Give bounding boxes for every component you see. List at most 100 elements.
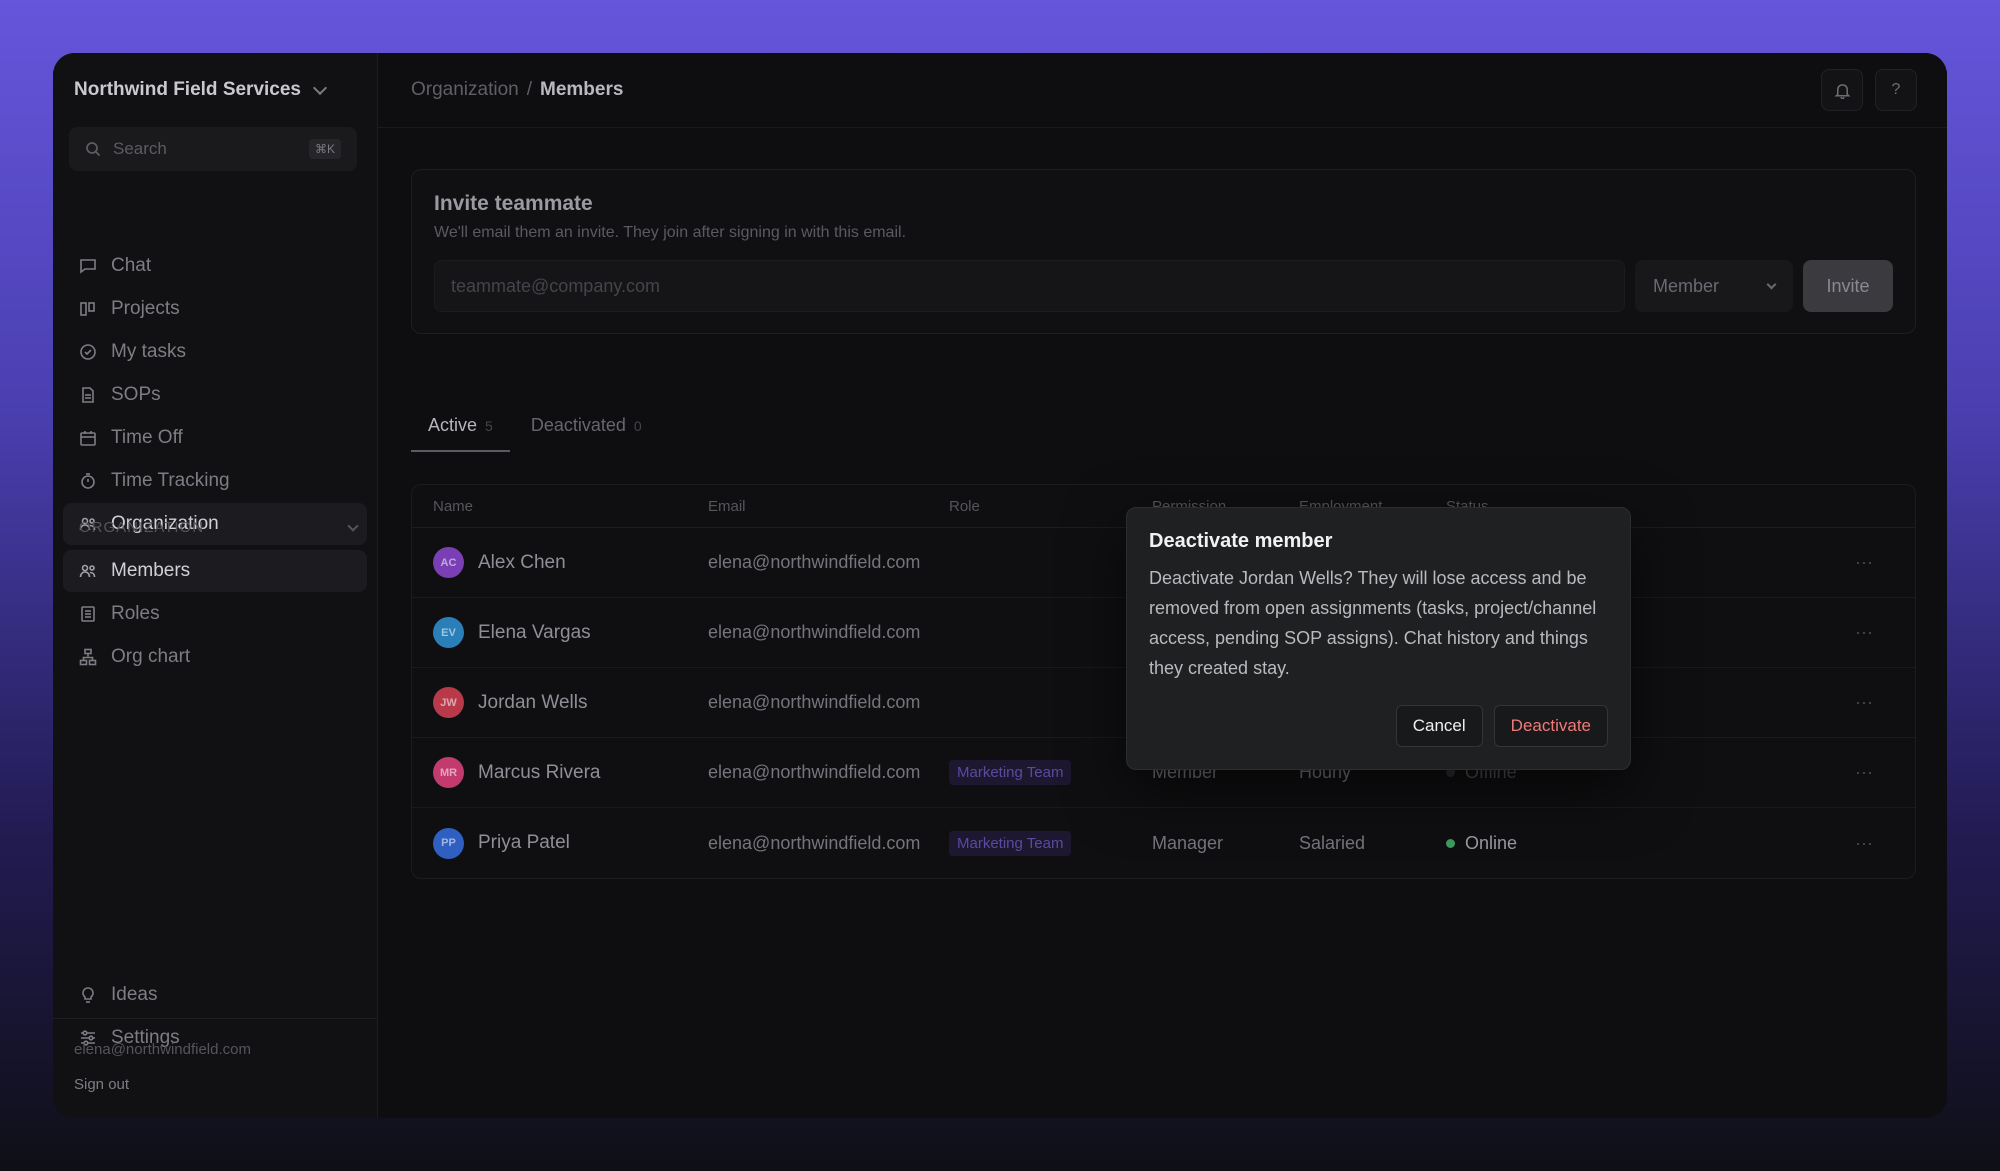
chevron-down-icon	[1766, 279, 1777, 289]
role-badge: Marketing Team	[949, 760, 1072, 785]
nav-item-ideas[interactable]: Ideas	[63, 974, 367, 1016]
avatar: EV	[433, 617, 464, 648]
nav-item-my-tasks[interactable]: My tasks	[63, 331, 367, 373]
nav-item-label: My tasks	[111, 341, 186, 362]
org-chart-icon	[79, 648, 97, 666]
section-title: ORGANIZATION	[79, 519, 205, 536]
help-icon: ?	[1891, 81, 1901, 98]
nav-item-roles[interactable]: Roles	[63, 593, 367, 635]
chevron-down-icon	[312, 80, 328, 95]
sidebar: Northwind Field Services Search ⌘K Chat …	[53, 53, 378, 1118]
nav-item-label: SOPs	[111, 384, 161, 405]
deactivate-member-dialog: Deactivate member Deactivate Jordan Well…	[1126, 507, 1631, 770]
notifications-button[interactable]	[1821, 69, 1863, 111]
nav-item-label: Time Tracking	[111, 470, 230, 491]
row-more-button[interactable]: ···	[1855, 833, 1915, 854]
member-permission: Manager	[1152, 832, 1224, 853]
nav-item-label: Members	[111, 560, 191, 581]
col-role[interactable]: Role	[949, 498, 1152, 515]
nav-item-label: Time Off	[111, 427, 183, 448]
invite-email-input[interactable]	[434, 260, 1625, 312]
table-row[interactable]: PP Priya Patel elena@northwindfield.com Mar…	[412, 808, 1915, 878]
list-icon	[81, 606, 95, 622]
member-name-cell: JW Jordan Wells	[412, 687, 708, 718]
status-text: Online	[1465, 832, 1518, 853]
invite-form: Member Invite	[434, 260, 1893, 312]
nav-item-label: Projects	[111, 298, 180, 319]
document-icon	[82, 387, 94, 403]
nav-item-chat[interactable]: Chat	[63, 245, 367, 287]
top-bar: Organization / Members ?	[378, 53, 1947, 128]
invite-button[interactable]: Invite	[1803, 260, 1893, 312]
nav-item-label: Roles	[111, 603, 160, 624]
org-section-header[interactable]: ORGANIZATION	[79, 519, 359, 536]
nav-item-label: Org chart	[111, 646, 191, 667]
workspace-switcher[interactable]: Northwind Field Services	[74, 79, 328, 101]
invite-role-select[interactable]: Member	[1635, 260, 1793, 312]
col-name[interactable]: Name	[412, 498, 708, 515]
tab-deactivated[interactable]: Deactivated 0	[514, 415, 659, 452]
member-email: elena@northwindfield.com	[708, 762, 921, 782]
projects-icon	[80, 302, 95, 316]
member-name: Marcus Rivera	[478, 761, 601, 783]
member-name-cell: AC Alex Chen	[412, 547, 708, 578]
check-circle-icon	[80, 344, 96, 360]
invite-title: Invite teammate	[434, 192, 593, 215]
member-email: elena@northwindfield.com	[708, 832, 921, 853]
member-role-cell: Marketing Team	[949, 830, 1152, 856]
people-icon	[79, 564, 96, 578]
member-name-cell: PP Priya Patel	[412, 827, 708, 859]
row-more-button[interactable]: ···	[1855, 762, 1915, 783]
breadcrumb: Organization / Members	[411, 79, 623, 101]
nav-item-projects[interactable]: Projects	[63, 288, 367, 330]
member-status-cell: Online	[1446, 833, 1855, 854]
main-nav: Chat Projects My tasks SOPs Time Off Tim…	[63, 245, 367, 546]
avatar: AC	[433, 547, 464, 578]
stopwatch-icon	[81, 473, 95, 489]
cancel-button[interactable]: Cancel	[1395, 705, 1483, 747]
chevron-down-icon	[347, 519, 359, 532]
nav-item-time-tracking[interactable]: Time Tracking	[63, 460, 367, 502]
help-button[interactable]: ?	[1875, 69, 1917, 111]
user-footer: elena@northwindfield.com Sign out	[53, 1018, 377, 1118]
nav-item-time-off[interactable]: Time Off	[63, 417, 367, 459]
invite-subtitle: We'll email them an invite. They join af…	[434, 224, 907, 241]
dialog-actions: Cancel Deactivate	[1395, 705, 1608, 747]
breadcrumb-parent[interactable]: Organization	[411, 79, 519, 101]
bell-icon	[1834, 83, 1850, 99]
nav-item-members[interactable]: Members	[63, 550, 367, 592]
top-actions: ?	[1821, 69, 1917, 111]
member-name: Priya Patel	[478, 832, 570, 853]
row-more-button[interactable]: ···	[1855, 552, 1915, 573]
dialog-title: Deactivate member	[1149, 530, 1333, 552]
selected-role: Member	[1653, 275, 1720, 296]
breadcrumb-separator: /	[526, 79, 533, 100]
workspace-name: Northwind Field Services	[74, 79, 301, 100]
member-email: elena@northwindfield.com	[708, 692, 921, 712]
deactivate-button[interactable]: Deactivate	[1493, 705, 1608, 747]
member-email: elena@northwindfield.com	[708, 622, 921, 642]
nav-item-label: Chat	[111, 255, 152, 276]
nav-item-sops[interactable]: SOPs	[63, 374, 367, 416]
col-email[interactable]: Email	[708, 498, 949, 515]
tab-count: 0	[633, 418, 642, 434]
search-input[interactable]: Search ⌘K	[69, 127, 357, 171]
row-more-button[interactable]: ···	[1855, 622, 1915, 643]
dialog-body: Deactivate Jordan Wells? They will lose …	[1149, 568, 1597, 678]
member-name-cell: MR Marcus Rivera	[412, 757, 708, 788]
member-tabs: Active 5 Deactivated 0	[411, 415, 659, 452]
member-email: elena@northwindfield.com	[708, 552, 921, 572]
sign-out-link[interactable]: Sign out	[74, 1076, 356, 1093]
member-role-cell: Marketing Team	[949, 760, 1152, 785]
member-name: Elena Vargas	[478, 621, 591, 643]
tab-active[interactable]: Active 5	[411, 415, 510, 452]
tab-count: 5	[485, 418, 493, 434]
app-window: Northwind Field Services Search ⌘K Chat …	[53, 53, 1947, 1118]
nav-item-org-chart[interactable]: Org chart	[63, 636, 367, 678]
user-email: elena@northwindfield.com	[74, 1041, 251, 1058]
row-more-button[interactable]: ···	[1855, 692, 1915, 713]
page-title: Members	[540, 79, 624, 100]
tab-label: Deactivated	[530, 415, 626, 435]
avatar: PP	[433, 827, 464, 859]
member-name-cell: EV Elena Vargas	[412, 617, 708, 648]
